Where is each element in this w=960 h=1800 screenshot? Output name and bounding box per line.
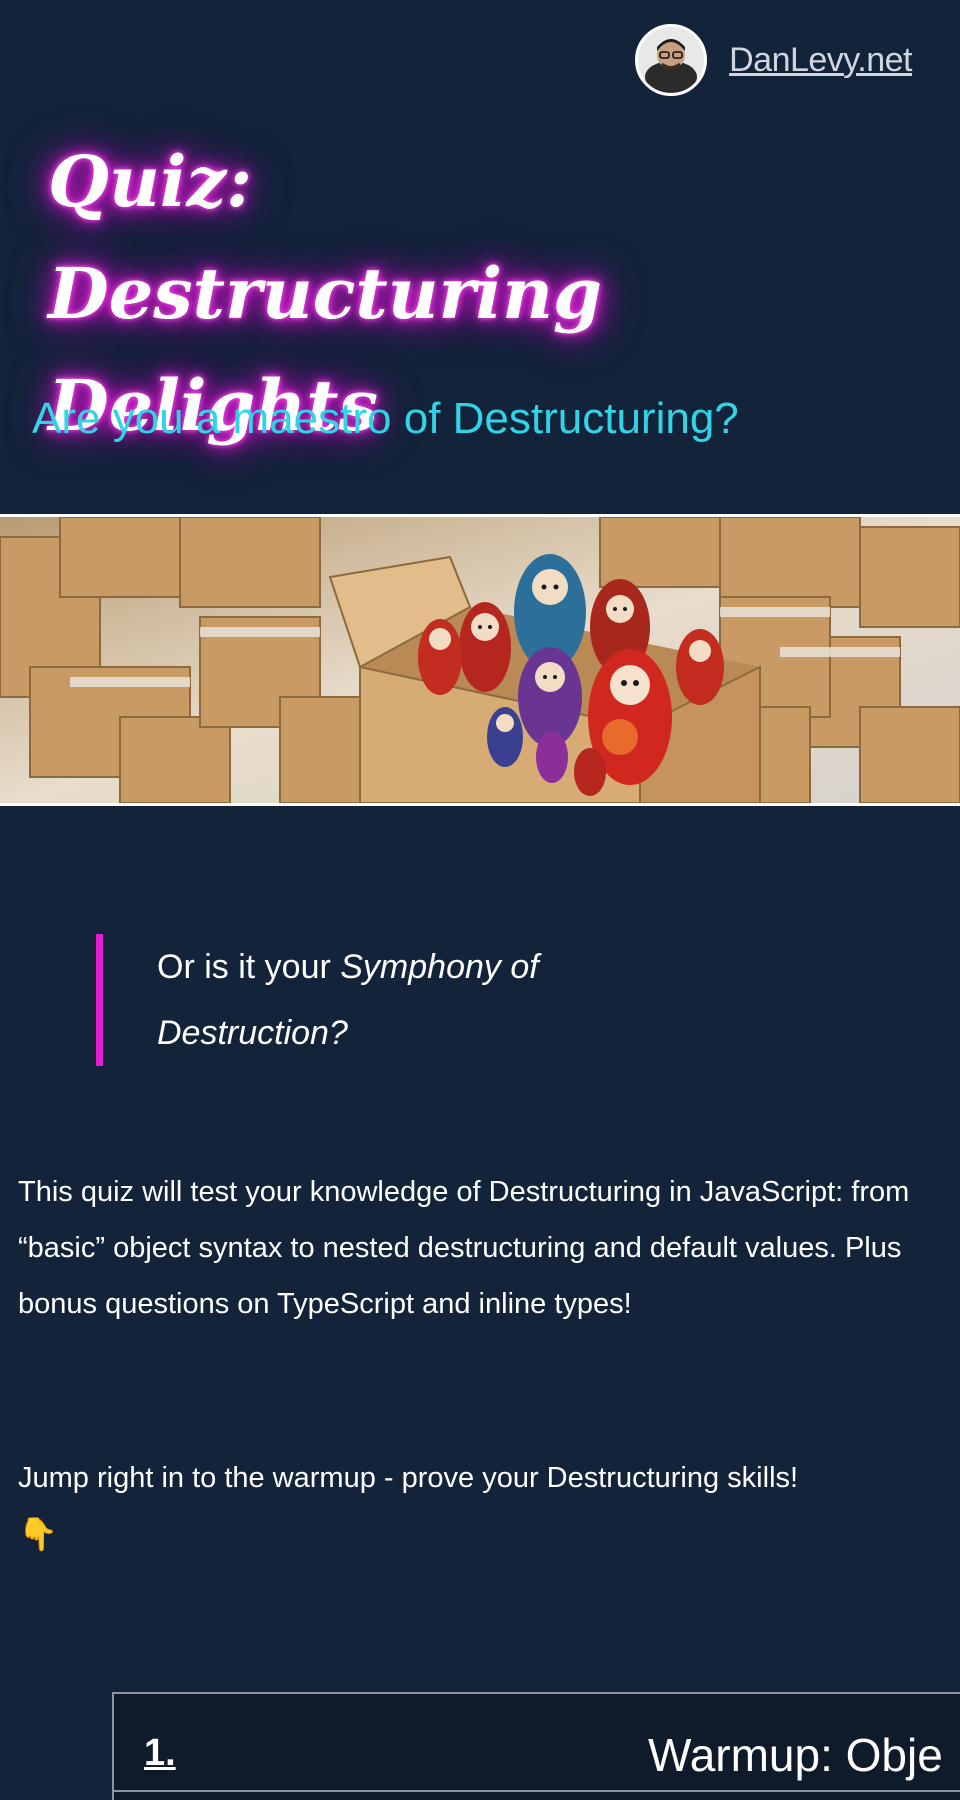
quiz-page: DanLevy.net Quiz: Destructuring Delights… (0, 0, 960, 1800)
quote-prefix: Or is it your (157, 948, 341, 986)
avatar[interactable] (635, 24, 708, 96)
blockquote: Or is it your Symphony of Destruction? (96, 934, 656, 1066)
hero-image (0, 514, 960, 806)
question-title: Warmup: Obje (648, 1729, 943, 1781)
avatar-photo-icon (638, 27, 705, 93)
page-subtitle: Are you a maestro of Destructuring? (32, 394, 739, 443)
card-divider (114, 1790, 960, 1792)
quote-text: Or is it your Symphony of Destruction? (157, 934, 656, 1066)
pointing-down-icon: 👇 (18, 1516, 58, 1552)
warmup-paragraph: Jump right in to the warmup - prove your… (18, 1450, 938, 1564)
site-link[interactable]: DanLevy.net (635, 24, 912, 96)
intro-paragraph: This quiz will test your knowledge of De… (18, 1176, 910, 1320)
question-card[interactable]: 1. Warmup: Obje (112, 1692, 960, 1800)
site-name-link[interactable]: DanLevy.net (729, 41, 912, 80)
nesting-dolls-illustration-icon (0, 517, 960, 803)
warmup-text: Jump right in to the warmup - prove your… (18, 1462, 799, 1494)
question-number-link[interactable]: 1. (144, 1732, 176, 1775)
